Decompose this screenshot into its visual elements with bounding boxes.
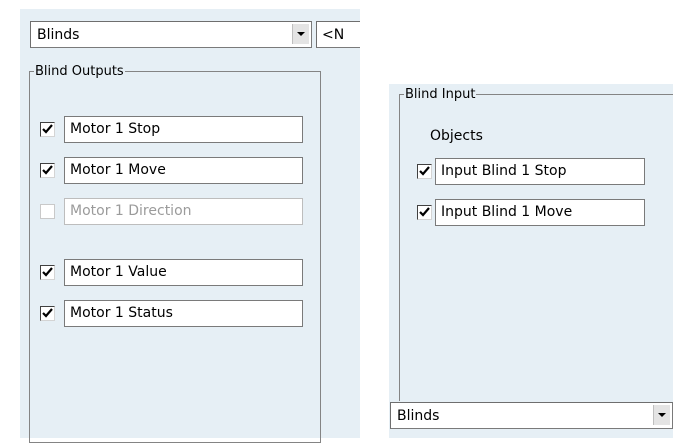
input-checkbox[interactable] bbox=[417, 205, 432, 220]
secondary-dropdown-value: <N bbox=[322, 27, 345, 43]
chevron-down-icon bbox=[297, 32, 305, 36]
output-checkbox[interactable] bbox=[40, 204, 55, 219]
group-title: Blind Outputs bbox=[34, 63, 125, 80]
input-module-dropdown[interactable]: Blinds bbox=[390, 402, 673, 429]
blind-outputs-panel: Blinds <N Blind Outputs Motor 1 Stop Mot… bbox=[20, 9, 360, 443]
group-title: Blind Input bbox=[404, 86, 477, 103]
checkmark-icon bbox=[42, 267, 53, 277]
output-checkbox[interactable] bbox=[40, 122, 55, 137]
input-checkbox[interactable] bbox=[417, 164, 432, 179]
blind-input-panel: Blind Input Objects Input Blind 1 Stop I… bbox=[389, 84, 673, 438]
checkmark-icon bbox=[42, 165, 53, 175]
output-name-field[interactable]: Motor 1 Value bbox=[64, 259, 303, 286]
output-checkbox[interactable] bbox=[40, 163, 55, 178]
checkmark-icon bbox=[42, 124, 53, 134]
output-name-field[interactable]: Motor 1 Status bbox=[64, 300, 303, 327]
module-type-dropdown[interactable]: Blinds bbox=[30, 21, 312, 48]
objects-label: Objects bbox=[430, 128, 483, 144]
input-name-field[interactable]: Input Blind 1 Stop bbox=[435, 158, 645, 185]
blind-outputs-group: Blind Outputs Motor 1 Stop Motor 1 Move … bbox=[29, 63, 321, 443]
secondary-dropdown[interactable]: <N bbox=[316, 21, 360, 48]
input-module-value: Blinds bbox=[397, 408, 440, 424]
output-name-field[interactable]: Motor 1 Move bbox=[64, 157, 303, 184]
dropdown-button[interactable] bbox=[653, 405, 670, 425]
input-name-field[interactable]: Input Blind 1 Move bbox=[435, 199, 645, 226]
checkmark-icon bbox=[419, 166, 430, 176]
chevron-down-icon bbox=[658, 413, 666, 417]
output-checkbox[interactable] bbox=[40, 265, 55, 280]
checkmark-icon bbox=[42, 308, 53, 318]
output-name-field[interactable]: Motor 1 Stop bbox=[64, 116, 303, 143]
output-checkbox[interactable] bbox=[40, 306, 55, 321]
checkmark-icon bbox=[419, 207, 430, 217]
module-type-value: Blinds bbox=[37, 27, 80, 43]
blind-input-group: Blind Input Objects Input Blind 1 Stop I… bbox=[399, 86, 673, 401]
output-name-field[interactable]: Motor 1 Direction bbox=[64, 198, 303, 225]
dropdown-button[interactable] bbox=[292, 24, 309, 44]
